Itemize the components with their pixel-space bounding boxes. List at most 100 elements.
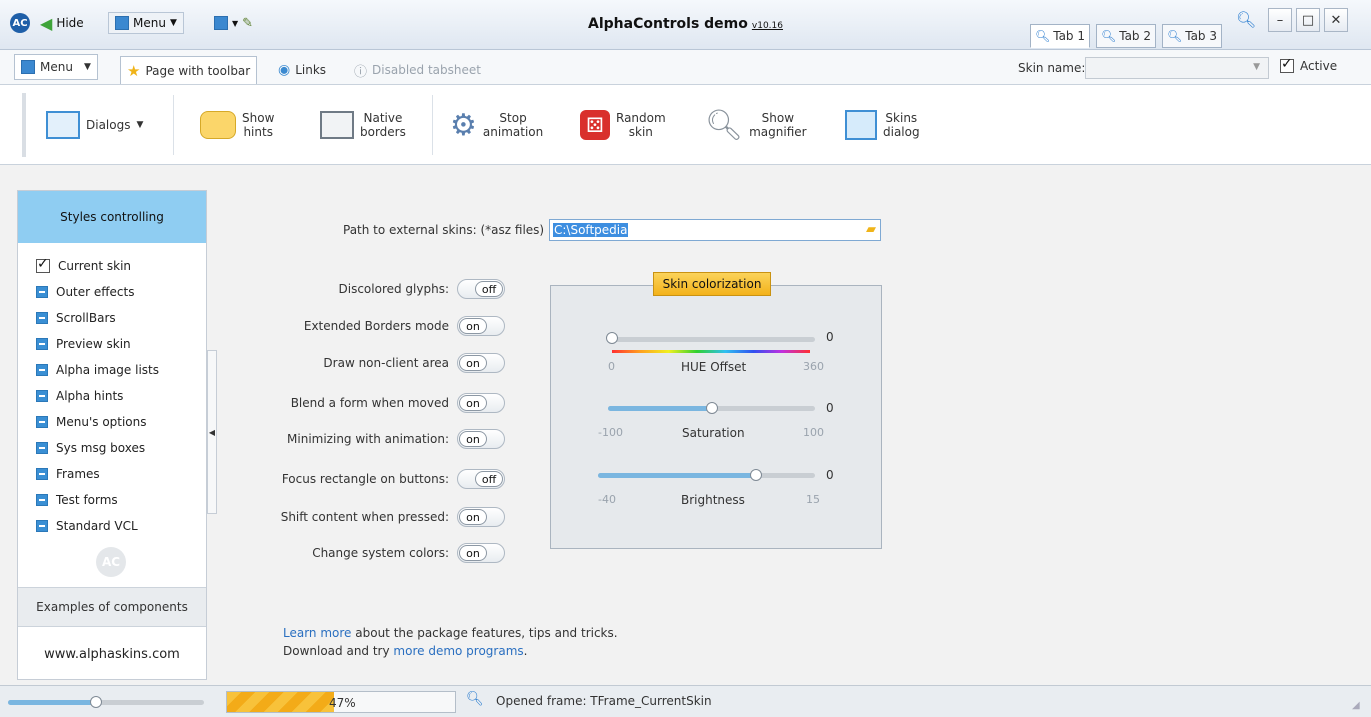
toggle-knob: on	[459, 431, 487, 447]
tool-label: Random skin	[616, 111, 666, 139]
show-hints-button[interactable]: Show hints	[200, 101, 274, 149]
minimize-button[interactable]: –	[1268, 8, 1292, 32]
tab-page-with-toolbar[interactable]: ★ Page with toolbar	[120, 56, 258, 84]
version-link[interactable]: v10.16	[752, 21, 783, 31]
saturation-min: -100	[598, 426, 623, 439]
native-borders-button[interactable]: Native borders	[320, 101, 406, 149]
toggle-switch[interactable]: off	[457, 279, 505, 299]
skin-name-select[interactable]: ▼	[1085, 57, 1269, 79]
hue-min: 0	[608, 360, 615, 373]
links-globe-icon: ◉	[278, 62, 291, 78]
magnifier-icon: 🔍︎	[705, 107, 744, 143]
status-bar: 47% 🔍︎ Opened frame: TFrame_CurrentSkin …	[0, 685, 1371, 717]
toggle-switch[interactable]: on	[457, 353, 505, 373]
close-icon: ✕	[1330, 12, 1342, 28]
path-input[interactable]: C:\Softpedia ▰	[549, 219, 881, 241]
toolbar-grip[interactable]	[22, 93, 26, 157]
window-borders-icon	[320, 111, 354, 139]
examples-button[interactable]: Examples of components	[18, 587, 206, 627]
chevron-down-icon: ▼	[1253, 62, 1260, 72]
option-draw-non-client: Draw non-client area on	[323, 352, 505, 374]
folder-icon[interactable]: ▰	[866, 222, 876, 237]
status-slider-thumb[interactable]	[90, 696, 103, 708]
saturation-label: Saturation	[682, 426, 745, 440]
toggle-knob: on	[459, 545, 487, 561]
learn-more-link[interactable]: Learn more	[283, 626, 351, 640]
search-icon: 🔍︎	[1167, 29, 1183, 43]
toolbar-separator	[173, 95, 174, 155]
title-tab-3[interactable]: 🔍︎ Tab 3	[1162, 24, 1222, 48]
page-menu-button[interactable]: Menu ▼	[14, 54, 98, 80]
toggle-switch[interactable]: on	[457, 507, 505, 527]
tab-disabled: ⓘ Disabled tabsheet	[348, 56, 487, 84]
show-magnifier-button[interactable]: 🔍︎ Show magnifier	[705, 101, 807, 149]
skin-name-label: Skin name:	[1018, 61, 1086, 75]
option-focus-rectangle: Focus rectangle on buttons: off	[282, 468, 505, 490]
skins-dialog-button[interactable]: Skins dialog	[845, 101, 920, 149]
page-tabs-bar: Menu ▼ ★ Page with toolbar ◉ Links ⓘ Dis…	[0, 50, 1371, 85]
brightness-max: 15	[806, 493, 820, 506]
search-icon: 🔍︎	[1035, 29, 1051, 43]
hue-slider-track[interactable]	[612, 337, 815, 342]
status-slider-fill	[8, 700, 97, 705]
close-button[interactable]: ✕	[1324, 8, 1348, 32]
page-menu-label: Menu	[40, 60, 73, 74]
maximize-button[interactable]: □	[1296, 8, 1320, 32]
sidebar-item-current-skin[interactable]: Current skin	[36, 255, 131, 277]
menu-download-icon	[21, 60, 35, 74]
links-text: about the package features, tips and tri…	[351, 626, 618, 640]
resize-grip-icon[interactable]: ◢	[1352, 700, 1360, 711]
path-label: Path to external skins: (*asz files)	[343, 223, 545, 237]
title-bar: AC ◀ Hide Menu ▼ ▼ ✎ AlphaControls demo v…	[0, 0, 1371, 50]
toggle-switch[interactable]: on	[457, 429, 505, 449]
toggle-knob: on	[459, 395, 487, 411]
title-tab-1[interactable]: 🔍︎ Tab 1	[1030, 24, 1090, 48]
brightness-slider-thumb[interactable]	[749, 469, 762, 481]
links-text: .	[523, 644, 528, 658]
option-shift-content: Shift content when pressed: on	[281, 506, 505, 528]
tool-label: Dialogs	[86, 118, 131, 132]
option-label: Focus rectangle on buttons:	[281, 472, 449, 486]
toggle-switch[interactable]: on	[457, 543, 505, 563]
path-value: C:\Softpedia	[553, 223, 629, 237]
links-text: Download and try	[283, 644, 394, 658]
skin-colorization-title: Skin colorization	[653, 272, 771, 296]
active-label: Active	[1300, 59, 1338, 73]
chevron-down-icon: ▼	[83, 62, 91, 72]
tab-links[interactable]: ◉ Links	[272, 56, 332, 84]
title-tab-2[interactable]: 🔍︎ Tab 2	[1096, 24, 1156, 48]
option-label: Minimizing with animation:	[287, 432, 449, 446]
toggle-switch[interactable]: on	[457, 393, 505, 413]
saturation-slider-thumb[interactable]	[705, 402, 718, 414]
dialogs-button[interactable]: Dialogs ▼	[46, 101, 143, 149]
links-line-2: Download and try more demo programs.	[283, 644, 527, 658]
option-label: Blend a form when moved	[290, 396, 449, 410]
skin-colorization-panel	[550, 285, 882, 549]
active-checkbox[interactable]: Active	[1280, 56, 1338, 73]
site-link[interactable]: www.alphaskins.com	[18, 647, 206, 662]
sidebar-header[interactable]: Styles controlling	[18, 191, 206, 243]
toggle-switch[interactable]: off	[457, 469, 505, 489]
more-demo-programs-link[interactable]: more demo programs	[393, 644, 523, 658]
tool-label: Native borders	[360, 111, 406, 139]
dice-icon: ⚄	[580, 110, 610, 140]
gears-icon: ⚙	[450, 107, 477, 143]
magnifier-icon[interactable]: 🔍︎	[1236, 10, 1256, 29]
toggle-knob: on	[459, 509, 487, 525]
title-text: AlphaControls demo	[588, 16, 748, 32]
stop-animation-button[interactable]: ⚙ Stop animation	[450, 101, 543, 149]
title-tab-label: Tab 3	[1185, 29, 1217, 43]
random-skin-button[interactable]: ⚄ Random skin	[580, 101, 666, 149]
tab-label: Disabled tabsheet	[372, 63, 481, 77]
hue-slider-thumb[interactable]	[606, 332, 618, 344]
option-label: Extended Borders mode	[303, 319, 449, 333]
option-label: Draw non-client area	[323, 356, 449, 370]
checkbox-checked-icon	[1280, 56, 1294, 73]
tool-label: Stop animation	[482, 111, 544, 139]
toolbar: Dialogs ▼ Show hints Native borders ⚙ St…	[0, 85, 1371, 165]
tool-label: Show magnifier	[749, 111, 807, 139]
tab-label: Page with toolbar	[145, 63, 251, 78]
toggle-switch[interactable]: on	[457, 316, 505, 336]
hue-label: HUE Offset	[681, 360, 747, 374]
search-icon[interactable]: 🔍︎	[466, 691, 484, 707]
